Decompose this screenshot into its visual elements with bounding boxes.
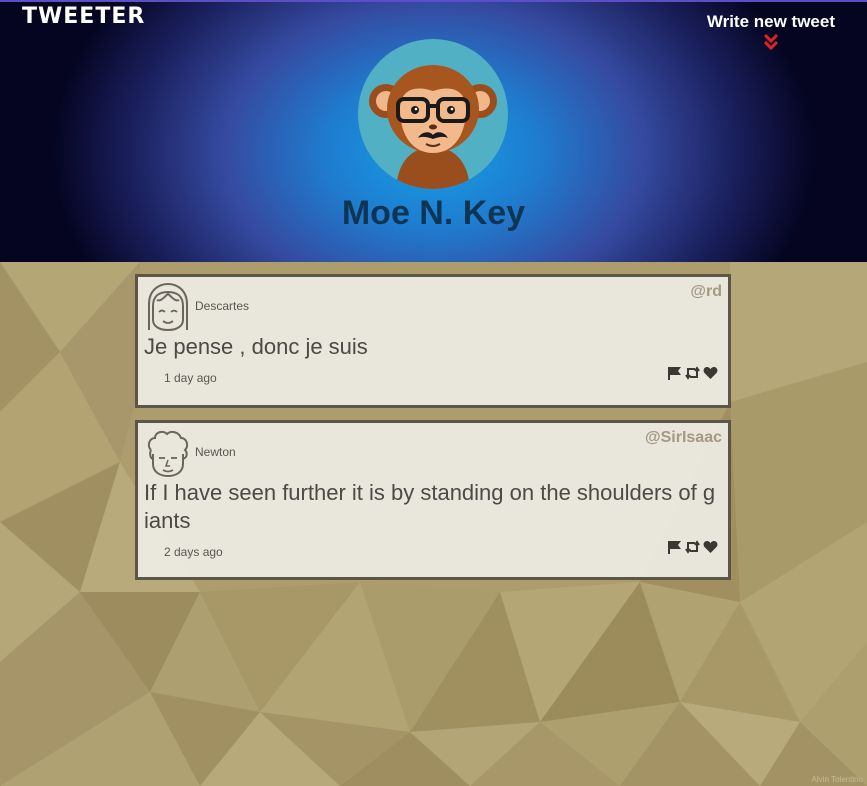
write-new-tweet-button[interactable]: Write new tweet — [707, 12, 835, 51]
monkey-avatar-icon — [369, 65, 497, 189]
tweet-actions — [667, 539, 718, 554]
app-logo[interactable]: TWEETER — [22, 4, 145, 29]
tweet-timestamp: 1 day ago — [164, 371, 217, 385]
girl-avatar-icon — [148, 282, 188, 332]
heart-icon[interactable] — [703, 539, 718, 553]
retweet-icon[interactable] — [685, 365, 700, 380]
background-credit: Alvin Tolentino — [811, 775, 863, 784]
heart-icon[interactable] — [703, 365, 718, 379]
flag-icon[interactable] — [667, 365, 682, 380]
tweet-card: Newton @SirIsaac If I have seen further … — [135, 420, 731, 580]
tweet-handle[interactable]: @SirIsaac — [645, 429, 722, 447]
tweet-timestamp: 2 days ago — [164, 545, 223, 559]
write-new-tweet-label[interactable]: Write new tweet — [707, 12, 835, 32]
profile-avatar — [358, 39, 508, 189]
double-chevron-down-icon[interactable] — [761, 33, 781, 51]
tweet-card: Descartes @rd Je pense , donc je suis 1 … — [135, 274, 731, 408]
flag-icon[interactable] — [667, 539, 682, 554]
retweet-icon[interactable] — [685, 539, 700, 554]
profile-header: TWEETER Write new tweet Moe N. Key — [0, 0, 867, 262]
curly-hair-avatar-icon — [147, 430, 189, 478]
profile-name: Moe N. Key — [341, 194, 526, 232]
tweet-author[interactable]: Descartes — [195, 299, 249, 313]
tweet-text: If I have seen further it is by standing… — [144, 480, 716, 533]
tweet-handle[interactable]: @rd — [690, 283, 722, 301]
tweet-actions — [667, 365, 718, 380]
tweet-author[interactable]: Newton — [195, 445, 236, 459]
tweet-text: Je pense , donc je suis — [144, 334, 368, 359]
